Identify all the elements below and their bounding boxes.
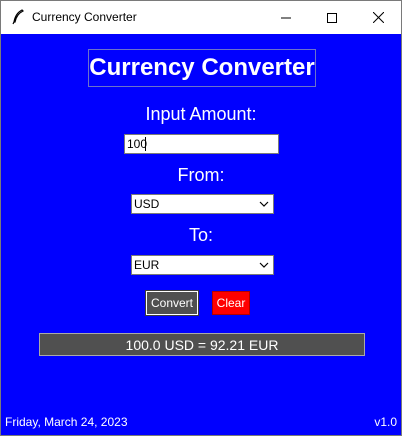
close-button[interactable]	[355, 1, 401, 34]
convert-button[interactable]: Convert	[146, 291, 198, 315]
window-title: Currency Converter	[32, 10, 137, 24]
clear-button[interactable]: Clear	[212, 291, 250, 315]
chevron-down-icon[interactable]	[259, 260, 269, 270]
to-label: To:	[188, 225, 213, 245]
version-label: v1.0	[374, 415, 397, 429]
minimize-button[interactable]	[263, 1, 309, 34]
result-display: 100.0 USD = 92.21 EUR	[39, 333, 365, 356]
to-currency-value: EUR	[134, 258, 160, 272]
amount-label: Input Amount:	[145, 104, 257, 124]
app-body: Currency Converter Input Amount: From: U…	[1, 34, 401, 435]
app-window: Currency Converter Currency Converter In…	[0, 0, 402, 436]
app-heading: Currency Converter	[88, 49, 316, 87]
minimize-icon	[281, 17, 291, 18]
from-label: From:	[177, 165, 225, 185]
title-bar[interactable]: Currency Converter	[1, 1, 401, 34]
close-icon	[372, 12, 384, 23]
chevron-down-icon[interactable]	[259, 199, 269, 209]
to-currency-select[interactable]: EUR	[131, 255, 274, 275]
maximize-icon	[327, 12, 337, 23]
from-currency-select[interactable]: USD	[131, 194, 274, 214]
text-cursor	[145, 137, 146, 151]
from-currency-value: USD	[134, 197, 160, 211]
date-label: Friday, March 24, 2023	[5, 415, 128, 429]
maximize-button[interactable]	[309, 1, 355, 34]
amount-input[interactable]	[124, 134, 279, 154]
feather-icon	[12, 9, 25, 25]
